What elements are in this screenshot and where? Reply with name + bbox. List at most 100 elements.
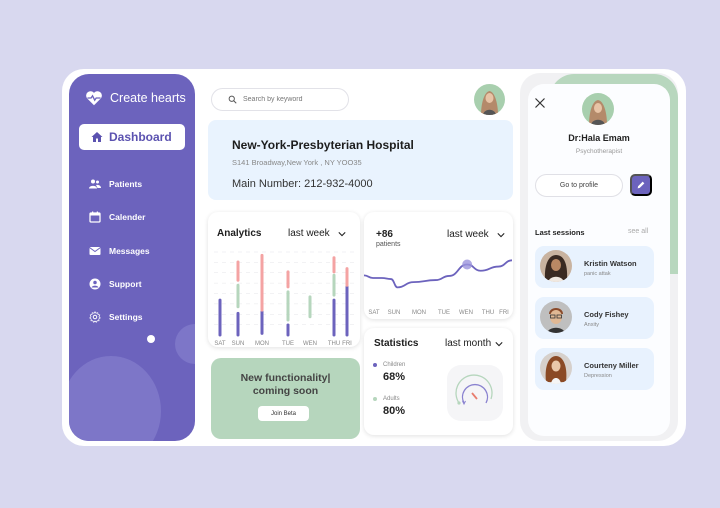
brand-name: Create hearts (110, 91, 186, 105)
heart-pulse-icon (86, 91, 102, 106)
stat-label-text: Children (383, 362, 406, 368)
patients-line-chart: SAT SUN MON TUE WEN THU FRI (364, 259, 513, 316)
session-item[interactable]: Courteny Miller Depression (535, 348, 654, 390)
statistics-period-dropdown[interactable]: last month (445, 338, 503, 349)
sidebar-item-calender[interactable]: Calender (89, 211, 145, 223)
patients-period-dropdown[interactable]: last week (447, 229, 505, 240)
patients-line (364, 259, 513, 289)
x-tick-label: THU (328, 341, 340, 347)
edit-button[interactable] (630, 174, 652, 196)
decorative-circle (175, 324, 195, 364)
join-beta-button[interactable]: Join Beta (258, 406, 309, 421)
patient-condition: Anxity (584, 322, 599, 328)
search-bar[interactable] (211, 88, 349, 111)
dropdown-label: last week (447, 229, 489, 240)
session-item[interactable]: Kristin Watson panic attak (535, 246, 654, 288)
dropdown-label: last month (445, 338, 492, 349)
analytics-title: Analytics (217, 228, 262, 239)
chevron-down-icon (495, 341, 503, 346)
sidebar-item-label: Support (109, 279, 142, 289)
avatar-image (481, 91, 498, 115)
see-all-link[interactable]: see all (628, 228, 648, 235)
analytics-bar-chart: SAT SUN MON TUE WEN THU FRI (214, 251, 354, 347)
patient-name: Cody Fishey (584, 310, 629, 319)
sidebar-item-label: Patients (109, 179, 143, 189)
sidebar-item-dashboard[interactable]: Dashboard (79, 124, 185, 150)
patient-avatar (540, 301, 572, 333)
avatar-image (545, 356, 567, 384)
patient-avatar (540, 352, 572, 384)
user-avatar[interactable] (474, 84, 505, 115)
pencil-icon (637, 181, 645, 189)
hospital-card: New-York-Presbyterian Hospital S141 Broa… (208, 120, 513, 200)
doctor-avatar (582, 93, 614, 125)
promo-title: New functionality| (240, 372, 331, 384)
patient-condition: Depression (584, 373, 612, 379)
calendar-icon (89, 211, 101, 223)
hospital-address: S141 Broadway,New York , NY YOO35 (232, 158, 362, 167)
x-tick-label: MON (412, 310, 426, 316)
highlight-point[interactable] (462, 259, 473, 270)
gear-icon (89, 311, 101, 323)
analytics-period-dropdown[interactable]: last week (288, 228, 346, 239)
stats-gauge (447, 365, 503, 421)
x-tick-label: SUN (232, 341, 245, 347)
sidebar-item-label: Messages (109, 246, 150, 256)
doctor-name: Dr:Hala Emam (568, 133, 630, 143)
stat-adults-value: 80% (383, 405, 406, 417)
session-item[interactable]: Cody Fishey Anxity (535, 297, 654, 339)
x-tick-label: SUN (388, 310, 401, 316)
patient-name: Kristin Watson (584, 259, 637, 268)
statistics-card: Statistics last month Children 68% Adult… (364, 328, 513, 435)
avatar-image (544, 255, 568, 282)
sidebar-item-messages[interactable]: Messages (89, 245, 150, 257)
x-tick-label: WEN (459, 310, 473, 316)
stat-label-text: Adults (383, 396, 400, 402)
legend-bullet (373, 363, 377, 367)
analytics-card: Analytics last week SAT SUN MON TUE WEN THU FR… (208, 212, 360, 347)
chevron-down-icon (497, 232, 505, 237)
sidebar: Create hearts Dashboard Patients Calende… (69, 74, 195, 441)
sidebar-item-label: Dashboard (109, 130, 172, 144)
gauge-dial (455, 374, 493, 406)
decorative-dot (147, 335, 155, 343)
sidebar-item-label: Calender (109, 212, 146, 222)
home-icon (91, 132, 103, 142)
hospital-phone: Main Number: 212-932-4000 (232, 178, 373, 190)
x-tick-label: FRI (342, 341, 352, 347)
user-circle-icon (89, 278, 101, 290)
users-icon (89, 179, 101, 189)
x-tick-label: FRI (499, 310, 509, 316)
last-sessions-title: Last sessions (535, 228, 585, 237)
brand-logo[interactable]: Create hearts (85, 90, 186, 106)
x-tick-label: SAT (368, 310, 380, 316)
patient-avatar (540, 250, 572, 282)
patients-label: patients (376, 241, 401, 248)
x-tick-label: TUE (282, 341, 294, 347)
x-tick-label: TUE (438, 310, 450, 316)
hospital-name: New-York-Presbyterian Hospital (232, 138, 414, 152)
go-to-profile-button[interactable]: Go to profile (535, 174, 623, 197)
sidebar-item-support[interactable]: Support (89, 278, 142, 290)
sidebar-item-settings[interactable]: Settings (89, 311, 143, 323)
statistics-title: Statistics (374, 338, 419, 349)
legend-bullet (373, 397, 377, 401)
stat-adults-label: Adults (373, 396, 400, 402)
chevron-down-icon (338, 231, 346, 236)
search-icon (228, 95, 237, 104)
avatar-image (589, 100, 607, 125)
x-tick-label: SAT (214, 341, 226, 347)
patient-condition: panic attak (584, 271, 611, 277)
stat-children-value: 68% (383, 371, 406, 383)
doctor-role: Psychotherapist (575, 148, 623, 155)
close-icon[interactable] (534, 97, 546, 109)
sidebar-item-patients[interactable]: Patients (89, 178, 142, 190)
sidebar-item-label: Settings (109, 312, 143, 322)
patients-card: +86 patients last week SAT SUN MON TUE WEN TH… (364, 212, 513, 319)
stat-children-label: Children (373, 362, 405, 368)
patient-name: Courteny Miller (584, 361, 639, 370)
search-input[interactable] (243, 96, 343, 103)
avatar-image (547, 308, 565, 333)
promo-card: New functionality| coming soon Join Beta (211, 358, 360, 439)
decorative-circle (69, 356, 161, 441)
